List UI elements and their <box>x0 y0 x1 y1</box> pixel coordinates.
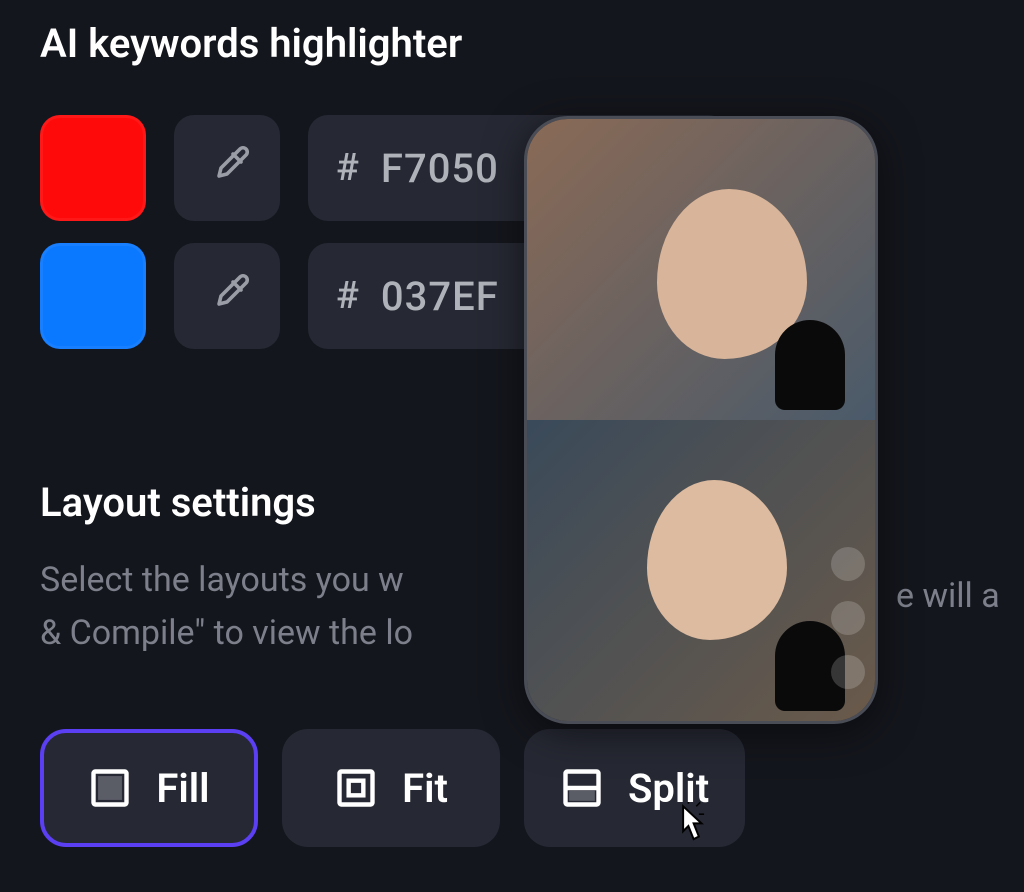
layout-fit-label: Fit <box>402 765 448 812</box>
hex-hash: # <box>336 274 359 318</box>
share-icon <box>831 655 865 689</box>
layout-fit-button[interactable]: Fit <box>282 729 500 847</box>
hex-hash: # <box>336 146 359 190</box>
video-preview-phone <box>524 116 878 724</box>
desc-fragment-right: e will a <box>896 576 1000 616</box>
eyedropper-button-2[interactable] <box>174 243 280 349</box>
layout-split-button[interactable]: Split <box>524 729 745 847</box>
hex-value-2: 037EF <box>381 273 499 320</box>
desc-line-2: & Compile" to view the lo <box>40 613 413 653</box>
layout-button-row: Fill Fit Split <box>40 729 984 847</box>
eyedropper-button-1[interactable] <box>174 115 280 221</box>
eyedropper-icon <box>203 144 251 192</box>
heart-icon <box>831 547 865 581</box>
eyedropper-icon <box>203 272 251 320</box>
color-swatch-2[interactable] <box>40 243 146 349</box>
layout-fill-label: Fill <box>156 765 209 812</box>
layout-fill-button[interactable]: Fill <box>40 729 258 847</box>
microphone-icon <box>775 320 845 410</box>
preview-bottom-speaker <box>527 420 875 721</box>
highlighter-title: AI keywords highlighter <box>40 20 984 67</box>
split-icon <box>560 766 604 810</box>
hex-value-1: F7050 <box>381 145 499 192</box>
comment-icon <box>831 601 865 635</box>
preview-top-speaker <box>527 119 875 420</box>
layout-split-label: Split <box>628 765 709 812</box>
fit-icon <box>334 766 378 810</box>
fill-icon <box>88 766 132 810</box>
color-swatch-1[interactable] <box>40 115 146 221</box>
desc-line-1: Select the layouts you w <box>40 560 404 600</box>
